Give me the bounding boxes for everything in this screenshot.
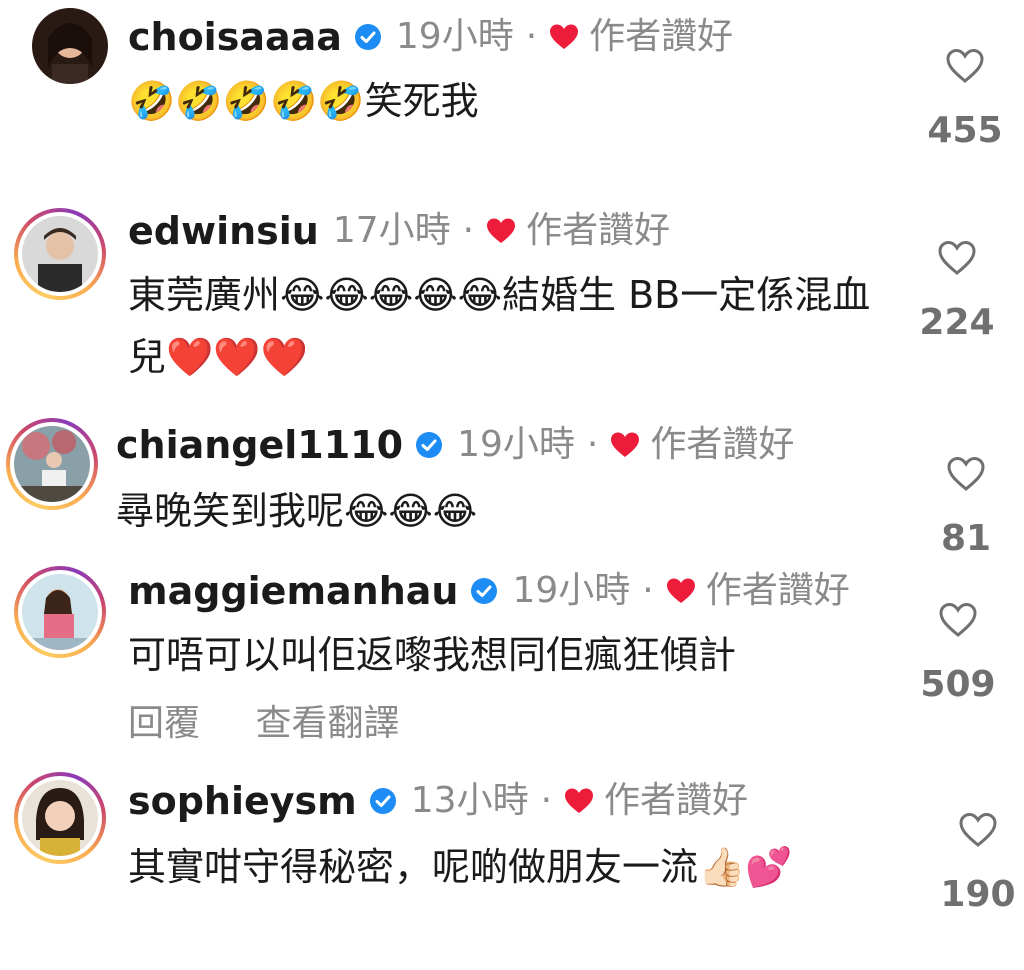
username[interactable]: chiangel1110	[116, 422, 403, 468]
comment-time: 17小時	[332, 210, 451, 251]
avatar[interactable]	[14, 772, 106, 864]
comment-time: 19小時	[395, 16, 514, 57]
heart-filled-icon	[666, 577, 696, 605]
username[interactable]: maggiemanhau	[128, 568, 458, 614]
separator: ·	[586, 424, 599, 465]
like-count: 81	[940, 518, 992, 559]
liked-by-author-label: 作者讚好	[604, 780, 749, 821]
username[interactable]: choisaaaa	[128, 14, 342, 60]
comment-text: 東莞廣州😂😂😂😂😂結婚生 BB一定係混血兒❤️❤️❤️	[128, 273, 871, 379]
avatar[interactable]	[6, 418, 98, 510]
liked-by-author-label: 作者讚好	[650, 424, 795, 465]
separator: ·	[525, 16, 538, 57]
like-count: 509	[920, 664, 996, 705]
heart-outline-icon[interactable]	[937, 240, 977, 276]
heart-filled-icon	[486, 217, 516, 245]
heart-outline-icon[interactable]	[946, 456, 986, 492]
verified-badge-icon	[470, 577, 498, 605]
username[interactable]: sophieysm	[128, 778, 357, 824]
heart-filled-icon	[549, 23, 579, 51]
heart-outline-icon[interactable]	[945, 48, 985, 84]
heart-outline-icon[interactable]	[938, 602, 978, 638]
liked-by-author-label: 作者讚好	[526, 210, 671, 251]
heart-outline-icon[interactable]	[958, 812, 998, 848]
comment-text: 其實咁守得秘密，呢啲做朋友一流👍🏻💕	[128, 845, 793, 889]
separator: ·	[642, 570, 654, 611]
see-translation-button[interactable]: 查看翻譯	[255, 703, 399, 744]
comment-text: 可唔可以叫佢返嚟我想同佢瘋狂傾計	[128, 633, 737, 677]
verified-badge-icon	[369, 787, 397, 815]
verified-badge-icon	[415, 431, 443, 459]
separator: ·	[540, 780, 553, 821]
like-count: 224	[919, 302, 995, 343]
comment-text: 尋晚笑到我呢😂😂😂	[116, 489, 478, 533]
like-count: 455	[927, 110, 1003, 151]
reply-button[interactable]: 回覆	[128, 703, 200, 744]
liked-by-author-label: 作者讚好	[705, 570, 850, 611]
heart-filled-icon	[564, 787, 594, 815]
heart-filled-icon	[610, 431, 640, 459]
avatar[interactable]	[14, 208, 106, 300]
separator: ·	[462, 210, 475, 251]
avatar[interactable]	[14, 566, 106, 658]
liked-by-author-label: 作者讚好	[589, 16, 734, 57]
comment-time: 19小時	[512, 570, 631, 611]
comment-time: 19小時	[457, 424, 575, 465]
avatar[interactable]	[24, 0, 116, 92]
like-count: 190	[940, 874, 1016, 915]
comment-text: 🤣🤣🤣🤣🤣笑死我	[128, 79, 479, 123]
verified-badge-icon	[354, 23, 382, 51]
comment-time: 13小時	[410, 780, 529, 821]
username[interactable]: edwinsiu	[128, 208, 319, 254]
